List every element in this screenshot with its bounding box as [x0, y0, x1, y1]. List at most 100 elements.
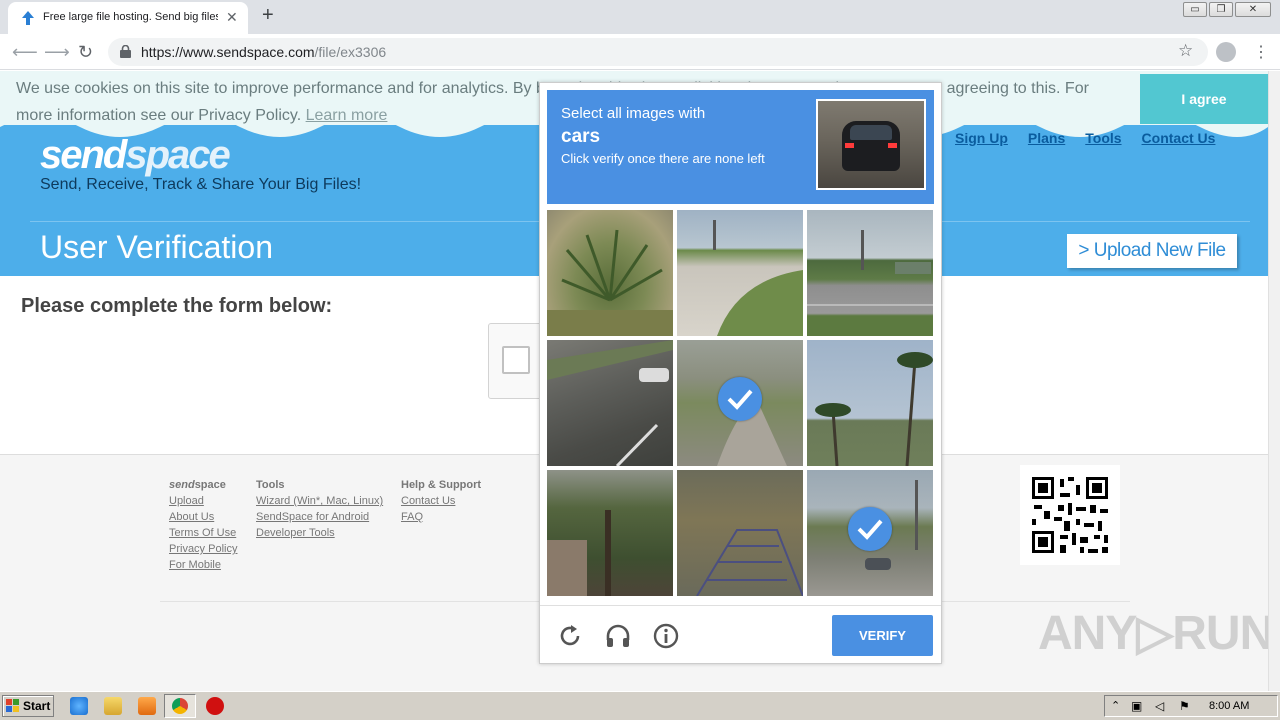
network-icon[interactable]: ▣: [1131, 699, 1142, 713]
footer-link-upload[interactable]: Upload: [169, 493, 237, 509]
footer-brand-thin: space: [194, 479, 226, 491]
car-taillight-right: [888, 143, 897, 148]
footer-link-faq[interactable]: FAQ: [401, 509, 481, 525]
browser-tab[interactable]: Free large file hosting. Send big files …: [8, 2, 248, 34]
internet-explorer-icon[interactable]: [70, 697, 88, 715]
browser-tab-strip: Free large file hosting. Send big files …: [0, 0, 1280, 34]
challenge-hint: Click verify once there are none left: [561, 151, 765, 166]
minimize-button[interactable]: ▭: [1183, 2, 1207, 17]
start-label: Start: [23, 699, 51, 713]
footer-brand-bold: send: [169, 479, 195, 491]
challenge-instruction: Select all images with: [561, 105, 706, 122]
chrome-icon: [172, 698, 188, 714]
new-tab-button[interactable]: +: [262, 4, 274, 27]
tile-8-scene: [696, 529, 803, 596]
nav-plans[interactable]: Plans: [1028, 130, 1065, 146]
tile-6-scene: [815, 352, 933, 466]
footer-col-help: Help & Support Contact Us FAQ: [401, 477, 481, 525]
nav-tools[interactable]: Tools: [1085, 130, 1121, 146]
profile-avatar-icon[interactable]: [1216, 42, 1236, 62]
car-window: [850, 125, 892, 140]
page-scrollbar[interactable]: [1268, 71, 1280, 691]
tile-5[interactable]: [677, 340, 803, 466]
chrome-taskbar-button[interactable]: [164, 694, 196, 718]
verify-button[interactable]: VERIFY: [832, 615, 933, 656]
footer-link-wizard[interactable]: Wizard (Win*, Mac, Linux): [256, 493, 383, 509]
upload-arrow-icon: [22, 11, 34, 25]
tile-5-selected-check-icon: [718, 377, 762, 421]
captcha-challenge-dialog: Select all images with cars Click verify…: [539, 82, 942, 664]
page-viewport: We use cookies on this site to improve p…: [0, 71, 1268, 691]
flag-icon[interactable]: ⚑: [1179, 699, 1190, 713]
form-heading: Please complete the form below:: [21, 295, 333, 317]
footer-link-android[interactable]: SendSpace for Android: [256, 509, 383, 525]
browser-toolbar: ⟵ ⟶ ↻ https://www.sendspace.com/file/ex3…: [0, 34, 1280, 70]
info-icon[interactable]: [652, 622, 680, 650]
url-text: https://www.sendspace.com/file/ex3306: [141, 44, 386, 60]
anyrun-watermark: ANY▷RUN: [1038, 607, 1268, 660]
footer-col-sendspace: sendspace Upload About Us Terms Of Use P…: [169, 477, 237, 573]
maximize-button[interactable]: ❐: [1209, 2, 1233, 17]
tile-6[interactable]: [807, 340, 933, 466]
challenge-header: Select all images with cars Click verify…: [547, 90, 934, 204]
tile-3[interactable]: [807, 210, 933, 336]
tab-title: Free large file hosting. Send big files: [43, 11, 218, 23]
tile-7[interactable]: [547, 470, 673, 596]
stop-icon[interactable]: [206, 697, 224, 715]
back-arrow-icon[interactable]: ⟵: [12, 42, 38, 63]
learn-more-link[interactable]: Learn more: [306, 107, 388, 124]
logo-thin: space: [125, 133, 230, 177]
reload-icon[interactable]: ↻: [78, 42, 93, 63]
car-taillight-left: [845, 143, 854, 148]
tile-4[interactable]: [547, 340, 673, 466]
url-path: /file/ex3306: [314, 44, 387, 60]
close-tab-icon[interactable]: ✕: [226, 9, 238, 26]
tile-9[interactable]: [807, 470, 933, 596]
footer-heading-tools: Tools: [256, 479, 285, 491]
tile-1[interactable]: [547, 210, 673, 336]
footer-link-developer[interactable]: Developer Tools: [256, 525, 383, 541]
start-button[interactable]: Start: [2, 695, 54, 717]
tile-7-scene: [547, 510, 611, 596]
volume-icon[interactable]: ◁: [1155, 699, 1164, 713]
tray-expand-icon[interactable]: ⌃: [1111, 699, 1120, 712]
footer-link-contact[interactable]: Contact Us: [401, 493, 481, 509]
footer-col-tools: Tools Wizard (Win*, Mac, Linux) SendSpac…: [256, 477, 383, 541]
file-explorer-icon[interactable]: [104, 697, 122, 715]
windows-taskbar: Start ⌃ ▣ ◁ ⚑ 8:00 AM: [0, 691, 1280, 720]
tile-9-selected-check-icon: [848, 507, 892, 551]
lock-icon: [120, 45, 131, 58]
bookmark-star-icon[interactable]: ☆: [1178, 41, 1193, 61]
challenge-footer-divider: [540, 605, 941, 606]
nav-contact-us[interactable]: Contact Us: [1142, 130, 1216, 146]
footer-link-terms[interactable]: Terms Of Use: [169, 525, 237, 541]
upload-new-file-button[interactable]: > Upload New File: [1067, 234, 1237, 268]
challenge-image-grid: [547, 210, 934, 597]
clock[interactable]: 8:00 AM: [1209, 700, 1249, 712]
footer-heading-help: Help & Support: [401, 479, 482, 491]
top-nav: Sign Up Plans Tools Contact Us: [955, 130, 1235, 146]
logo-bold: send: [40, 133, 127, 177]
tile-8[interactable]: [677, 470, 803, 596]
qr-code-image: [1020, 465, 1120, 565]
audio-headphones-icon[interactable]: [604, 622, 632, 650]
reload-icon[interactable]: [556, 622, 584, 650]
sample-car-image: [816, 99, 926, 190]
system-tray: ⌃ ▣ ◁ ⚑ 8:00 AM: [1104, 695, 1278, 717]
media-player-icon[interactable]: [138, 697, 156, 715]
close-window-button[interactable]: ✕: [1235, 2, 1271, 17]
sendspace-logo[interactable]: sendspace: [40, 133, 231, 178]
footer-link-about[interactable]: About Us: [169, 509, 237, 525]
nav-sign-up[interactable]: Sign Up: [955, 130, 1008, 146]
forward-arrow-icon[interactable]: ⟶: [44, 42, 70, 63]
agree-button[interactable]: I agree: [1140, 74, 1268, 124]
footer-brand: sendspace: [169, 477, 237, 493]
footer-link-privacy[interactable]: Privacy Policy: [169, 541, 237, 557]
address-bar[interactable]: https://www.sendspace.com/file/ex3306 ☆: [108, 38, 1208, 66]
tile-2-scene: [713, 220, 803, 336]
url-host: https://www.sendspace.com: [141, 44, 315, 60]
menu-dots-icon[interactable]: ⋮: [1253, 42, 1269, 62]
recaptcha-checkbox[interactable]: [502, 346, 530, 374]
tile-2[interactable]: [677, 210, 803, 336]
footer-link-mobile[interactable]: For Mobile: [169, 557, 237, 573]
